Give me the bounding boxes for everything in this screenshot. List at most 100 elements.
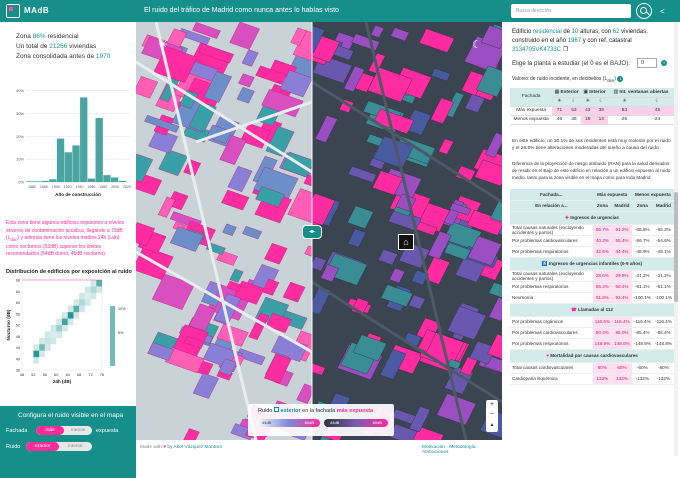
search-input[interactable]: Busca dirección	[511, 4, 631, 18]
heatmap-cell	[67, 305, 74, 313]
risk-section-header: ☎ Llamadas al 112	[510, 303, 674, 317]
table-row: Total causas naturales (excluyendo accid…	[510, 224, 674, 236]
risk-section-header: ♥ Mortalidad por causas cardiovasculares	[510, 349, 674, 363]
y-tick-label: 52	[16, 324, 20, 328]
x-tick-label: 48	[20, 373, 24, 377]
x-tick-label: 56	[43, 373, 47, 377]
heatmap-cell	[44, 344, 51, 351]
scale-label: 5%	[118, 331, 124, 335]
day-icon: ☀	[581, 97, 595, 107]
share-icon[interactable]: <	[660, 7, 665, 16]
y-tick-label: 44	[16, 346, 20, 350]
day-scale: 44dB 80dB	[256, 419, 320, 427]
x-tick-label: 1900	[52, 185, 60, 189]
section-icon: ☎	[571, 306, 578, 312]
floor-info-icon[interactable]: i	[661, 60, 667, 66]
noise-caption: Valores de ruido incidente, en decibelio…	[512, 76, 624, 83]
search-icon[interactable]	[636, 3, 652, 19]
split-slider-handle[interactable]: ◂▸	[302, 225, 322, 239]
map-view[interactable]: ☀ ☾ ◂▸ ⌂ Ruido exterior en la fachada má…	[136, 22, 502, 440]
zoom-out-button[interactable]: −	[486, 410, 498, 420]
heatmap-cell	[33, 344, 40, 351]
night-icon: ☾	[566, 97, 582, 107]
y-tick-label: 68	[16, 279, 20, 283]
heatmap-cell	[96, 280, 102, 287]
app-logo[interactable]	[6, 4, 20, 18]
facade-toggle[interactable]: más menos	[36, 426, 92, 435]
footer-made-with: Made with	[140, 445, 162, 450]
heatmap-cell	[39, 344, 45, 351]
x-tick-label: 76	[100, 373, 104, 377]
heatmap-cell	[73, 305, 80, 313]
heatmap-cell	[56, 331, 62, 338]
noise-toggle[interactable]: exterior interior	[26, 442, 92, 451]
heatmap-cell	[33, 350, 40, 358]
heatmap-cell	[73, 312, 80, 319]
x-tick-label: 1980	[99, 185, 107, 189]
heatmap-cell	[79, 299, 85, 306]
floor-input[interactable]: 0	[637, 58, 657, 68]
y-tick-label: 48	[16, 335, 20, 339]
x-tick-label: 72	[88, 373, 92, 377]
table-row: Más expuesta 71 53 43 39 53 45	[510, 106, 674, 116]
noise-info-icon[interactable]: i	[617, 76, 624, 82]
x-tick-label: 1860	[28, 185, 36, 189]
histogram-bar	[72, 145, 80, 182]
table-row: Por problemas respiratorios 56.4% 58.4% -61…	[510, 281, 674, 293]
facade-less-option[interactable]: menos	[64, 426, 92, 435]
risk-header-facade: Fachada...	[510, 189, 593, 201]
facade-label: Fachada	[6, 428, 28, 434]
window-icon: ▥	[613, 89, 619, 95]
y-tick-label: 60	[16, 301, 20, 305]
config-title: Configura el ruido visible en el mapa	[18, 412, 124, 419]
scrollbar-thumb[interactable]	[674, 192, 678, 302]
histogram-bar	[49, 179, 57, 182]
y-tick-label: 40%	[16, 88, 24, 93]
x-tick-label: 1880	[40, 185, 48, 189]
zoom-in-button[interactable]: +	[486, 400, 498, 410]
histogram-bar	[95, 118, 103, 182]
y-axis-label: Nocturno (dB)	[6, 309, 11, 340]
noise-exterior-option[interactable]: exterior	[26, 442, 59, 451]
x-tick-label: 2000	[111, 185, 119, 189]
risk-header-less: Menos expuesta	[631, 189, 674, 201]
heatmap-cell	[73, 299, 80, 306]
panel-scrollbar[interactable]	[674, 22, 678, 456]
histogram-bar	[80, 97, 88, 182]
heatmap-cell	[67, 312, 74, 319]
heatmap-cell	[67, 318, 74, 325]
selected-building-marker[interactable]: ⌂	[398, 234, 414, 250]
copy-icon[interactable]: ❐	[563, 47, 568, 53]
x-tick-label: 52	[31, 373, 35, 377]
histogram-bar	[103, 175, 111, 182]
heatmap-cell	[62, 318, 68, 325]
section-icon: ♿	[541, 260, 549, 266]
heatmap-cell	[56, 325, 62, 332]
heatmap-title: Distribución de edificios por exposición…	[6, 269, 132, 275]
heatmap-cell	[96, 286, 102, 293]
zone-noise-note: Esta zona tiene algunos edificios expues…	[6, 220, 125, 257]
heatmap-cell	[50, 337, 57, 345]
footer-links[interactable]: Motivación · Metodología · Atribuciones	[422, 445, 502, 455]
annoyance-note: En este edificio, un 30.1% de sus reside…	[512, 139, 671, 151]
facade-suffix: expuesta	[96, 428, 119, 434]
interior-icon: ▣	[583, 89, 588, 95]
histogram-bar	[64, 152, 72, 182]
author-link[interactable]: by Abel Vázquez Montoro	[167, 445, 222, 450]
table-row: Por problemas orgánicos 116.6% 116.4% -116.…	[510, 316, 674, 328]
histogram-bar	[41, 180, 49, 182]
heatmap-cell	[33, 357, 40, 364]
table-row: Por problemas cardiovasculares 40.3% 55.4%…	[510, 235, 674, 247]
legend-expand-icon[interactable]	[273, 407, 279, 412]
noise-label: Ruido	[6, 444, 21, 450]
noise-interior-option[interactable]: interior	[59, 442, 92, 451]
table-row: Por problemas cardiovasculares 80.4% 85.0%…	[510, 327, 674, 339]
histogram-bar	[118, 180, 127, 182]
heatmap-cell	[62, 325, 68, 332]
histogram-bar	[26, 181, 34, 182]
heatmap-cell	[39, 337, 45, 345]
facade-more-option[interactable]: más	[36, 426, 64, 435]
compass-icon[interactable]: ▲	[486, 420, 498, 430]
x-tick-label: 2020	[123, 185, 131, 189]
facade-col-header: Fachada	[510, 88, 553, 107]
